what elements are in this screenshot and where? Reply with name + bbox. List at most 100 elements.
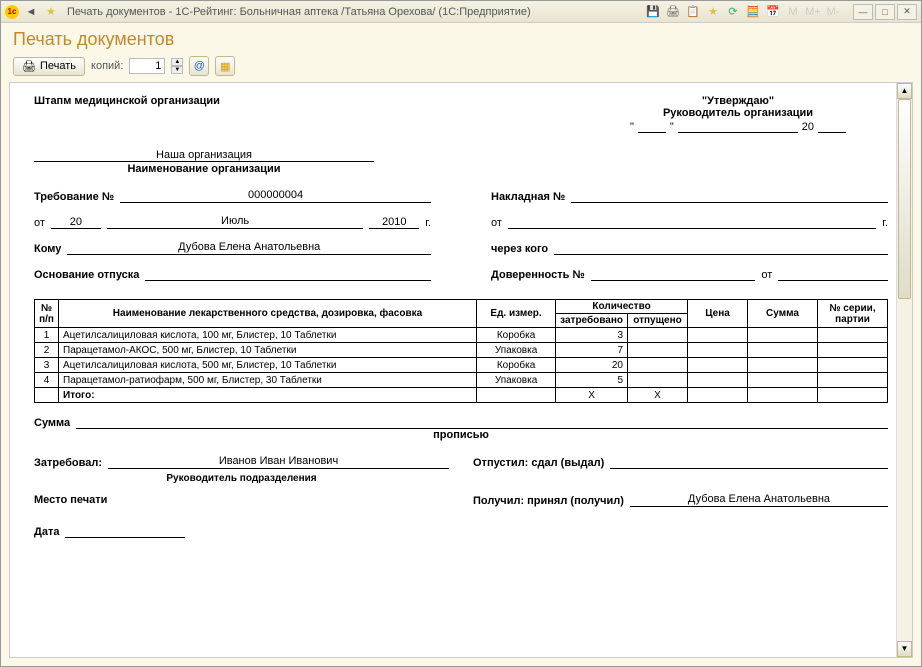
app-icon: 1c [5,5,19,19]
dover-from [778,267,888,281]
cell-name: Ацетилсалициловая кислота, 500 мг, Блист… [59,358,477,373]
cell-req: 7 [556,343,628,358]
cell-price [688,373,748,388]
window-title: Печать документов - 1С-Рейтинг: Больничн… [67,6,531,18]
scroll-up-button[interactable]: ▲ [897,83,912,99]
table-row: 3Ацетилсалициловая кислота, 500 мг, Блис… [35,358,888,373]
approve-month [678,121,798,133]
items-table: № п/п Наименование лекарственного средст… [34,299,888,403]
cell-series [818,373,888,388]
mesto-label: Место печати [34,494,107,506]
th-rel: отпущено [628,314,688,328]
dover-label: Доверенность № [491,269,585,281]
zatreb-caption: Руководитель подразделения [34,473,449,484]
nav-back-icon[interactable]: ◄ [23,4,39,20]
cell-req: 5 [556,373,628,388]
total-x1: X [556,388,628,403]
table-row: 4Парацетамол-ратиофарм, 500 мг, Блистер,… [35,373,888,388]
approve-title: "Утверждаю" [588,95,888,107]
cell-req: 20 [556,358,628,373]
cell-unit: Коробка [476,358,555,373]
year-suffix-2: г. [882,217,888,229]
cell-num: 4 [35,373,59,388]
total-blank [35,388,59,403]
org-name: Наша организация [34,149,374,162]
print-icon[interactable]: 🖨 [665,4,681,20]
cell-name: Парацетамол-АКОС, 500 мг, Блистер, 10 Та… [59,343,477,358]
history-icon[interactable]: ⟳ [725,4,741,20]
th-series: № серии, партии [818,300,888,328]
cell-num: 2 [35,343,59,358]
template-button[interactable]: ▦ [215,56,235,76]
save-icon[interactable]: 💾 [645,4,661,20]
print-button-label: Печать [40,60,76,72]
otpust-label: Отпустил: сдал (выдал) [473,457,604,469]
th-qty: Количество [556,300,688,314]
cell-sum [748,328,818,343]
favorite-icon[interactable]: ★ [705,4,721,20]
sum-value [76,415,888,429]
cell-series [818,343,888,358]
approve-year-prefix: 20 [802,121,814,133]
calc-icon[interactable]: 🧮 [745,4,761,20]
poluch-label: Получил: принял (получил) [473,495,624,507]
approve-year [818,121,846,133]
from-year: 2010 [369,216,419,229]
cell-sum [748,373,818,388]
m-icon[interactable]: M [785,4,801,20]
document: Штапм медицинской организации "Утверждаю… [10,83,912,554]
cell-req: 3 [556,328,628,343]
zatreb-label: Затребовал: [34,457,102,469]
propisyu-caption: прописью [34,429,888,441]
minimize-button[interactable]: — [853,4,873,20]
requirement-label: Требование № [34,191,114,203]
through-value [554,241,888,255]
from-day: 20 [51,216,101,229]
dover-from-label: от [761,269,772,281]
copies-input[interactable] [129,58,165,74]
scroll-thumb[interactable] [898,99,911,299]
titlebar: 1c ◄ ★ Печать документов - 1С-Рейтинг: Б… [1,1,921,23]
m-minus-icon[interactable]: M- [825,4,841,20]
print-button[interactable]: 🖨 Печать [13,57,85,76]
cell-price [688,358,748,373]
cell-name: Парацетамол-ратиофарм, 500 мг, Блистер, … [59,373,477,388]
org-caption: Наименование организации [34,162,374,175]
from-month: Июль [107,215,363,229]
th-name: Наименование лекарственного средства, до… [59,300,477,328]
email-button[interactable]: @ [189,56,209,76]
copies-up-button[interactable]: ▲ [171,58,183,66]
cell-price [688,328,748,343]
from2-value [508,215,876,229]
copies-down-button[interactable]: ▼ [171,66,183,74]
stamp-label: Штапм медицинской организации [34,95,220,133]
scroll-down-button[interactable]: ▼ [897,641,912,657]
doc-icon[interactable]: 📋 [685,4,701,20]
maximize-button[interactable]: □ [875,4,895,20]
cell-rel [628,343,688,358]
cell-rel [628,358,688,373]
approve-subtitle: Руководитель организации [588,107,888,119]
calendar-icon[interactable]: 📅 [765,4,781,20]
star-icon[interactable]: ★ [43,4,59,20]
cell-name: Ацетилсалициловая кислота, 100 мг, Блист… [59,328,477,343]
cell-sum [748,358,818,373]
cell-series [818,358,888,373]
m-plus-icon[interactable]: M+ [805,4,821,20]
document-viewport: Штапм медицинской организации "Утверждаю… [9,82,913,658]
kom-value: Дубова Елена Анатольевна [67,241,431,255]
from2-label: от [491,217,502,229]
copies-label: копий: [91,60,123,72]
cell-rel [628,328,688,343]
cell-sum [748,343,818,358]
page-title: Печать документов [13,29,909,50]
nakl-number [571,189,888,203]
th-num: № п/п [35,300,59,328]
osnov-label: Основание отпуска [34,269,139,281]
cell-unit: Коробка [476,328,555,343]
th-price: Цена [688,300,748,328]
cell-price [688,343,748,358]
cell-num: 3 [35,358,59,373]
vertical-scrollbar[interactable]: ▲ ▼ [896,83,912,657]
close-button[interactable]: ✕ [897,4,917,20]
